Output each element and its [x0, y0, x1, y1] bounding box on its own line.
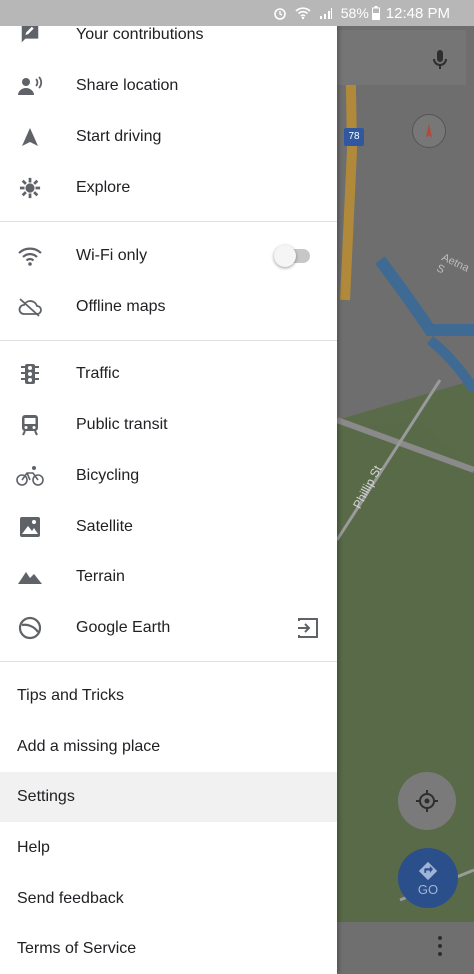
divider: [0, 221, 337, 222]
menu-label: Satellite: [76, 518, 133, 535]
menu-satellite[interactable]: Satellite: [0, 502, 337, 552]
menu-bicycling[interactable]: Bicycling: [0, 451, 337, 501]
menu-label: Google Earth: [76, 619, 171, 636]
share-location-icon: [16, 72, 44, 100]
menu-label: Explore: [76, 179, 131, 196]
wifi-icon: [16, 242, 44, 270]
status-bar: 58% 12:48 PM: [0, 0, 474, 26]
navigation-drawer: Your contributions Share location Start …: [0, 0, 337, 974]
menu-label: Your contributions: [76, 26, 204, 43]
menu-label: Offline maps: [76, 298, 166, 315]
battery-percent: 58%: [340, 5, 369, 21]
crosshair-icon: [416, 790, 438, 812]
menu-send-feedback[interactable]: Send feedback: [0, 874, 337, 924]
satellite-image-icon: [16, 513, 44, 541]
wifi-only-toggle[interactable]: [274, 245, 310, 267]
offline-cloud-icon: [16, 293, 44, 321]
menu-tips-and-tricks[interactable]: Tips and Tricks: [0, 671, 337, 721]
my-location-button[interactable]: [398, 772, 456, 830]
directions-icon: [418, 861, 438, 880]
menu-label: Start driving: [76, 128, 162, 145]
alarm-icon: [273, 6, 287, 20]
menu-label: Wi-Fi only: [76, 247, 148, 264]
signal-icon: [319, 6, 333, 20]
earth-icon: [16, 614, 44, 642]
more-options-icon[interactable]: [434, 934, 446, 958]
menu-label: Send feedback: [17, 890, 124, 907]
navigation-arrow-icon: [16, 123, 44, 151]
menu-wifi-only[interactable]: Wi-Fi only: [0, 231, 337, 281]
menu-terms-of-service[interactable]: Terms of Service: [0, 924, 337, 974]
menu-label: Add a missing place: [17, 738, 161, 755]
divider: [0, 661, 337, 662]
terrain-mountain-icon: [16, 563, 44, 591]
go-label: GO: [417, 881, 439, 897]
compass-icon: [426, 123, 432, 138]
menu-label: Settings: [17, 788, 75, 805]
train-icon: [16, 411, 44, 439]
menu-label: Tips and Tricks: [17, 687, 124, 704]
battery-icon: [371, 6, 380, 20]
menu-label: Terms of Service: [17, 940, 137, 957]
menu-label: Traffic: [76, 365, 120, 382]
menu-traffic[interactable]: Traffic: [0, 349, 337, 399]
go-button[interactable]: GO: [398, 848, 458, 908]
menu-label: Public transit: [76, 416, 168, 433]
bicycle-icon: [16, 462, 44, 490]
menu-label: Terrain: [76, 568, 125, 585]
open-external-icon: [296, 616, 320, 640]
menu-help[interactable]: Help: [0, 823, 337, 873]
menu-share-location[interactable]: Share location: [0, 61, 337, 111]
highway-number: 78: [348, 131, 360, 142]
menu-add-missing-place[interactable]: Add a missing place: [0, 722, 337, 772]
wifi-status-icon: [295, 6, 311, 20]
menu-label: Bicycling: [76, 467, 140, 484]
highway-shield: 78: [344, 128, 364, 146]
menu-label: Help: [17, 839, 50, 856]
clock: 12:48 PM: [385, 4, 450, 22]
menu-public-transit[interactable]: Public transit: [0, 400, 337, 450]
explore-icon: [16, 174, 44, 202]
menu-start-driving[interactable]: Start driving: [0, 112, 337, 162]
menu-google-earth[interactable]: Google Earth: [0, 603, 337, 653]
menu-label: Share location: [76, 77, 179, 94]
menu-terrain[interactable]: Terrain: [0, 552, 337, 602]
toggle-knob: [274, 245, 296, 267]
compass-button[interactable]: [412, 114, 446, 148]
mic-icon[interactable]: [428, 48, 452, 72]
menu-explore[interactable]: Explore: [0, 163, 337, 213]
traffic-light-icon: [16, 360, 44, 388]
menu-settings[interactable]: Settings: [0, 772, 337, 822]
menu-offline-maps[interactable]: Offline maps: [0, 282, 337, 332]
divider: [0, 340, 337, 341]
